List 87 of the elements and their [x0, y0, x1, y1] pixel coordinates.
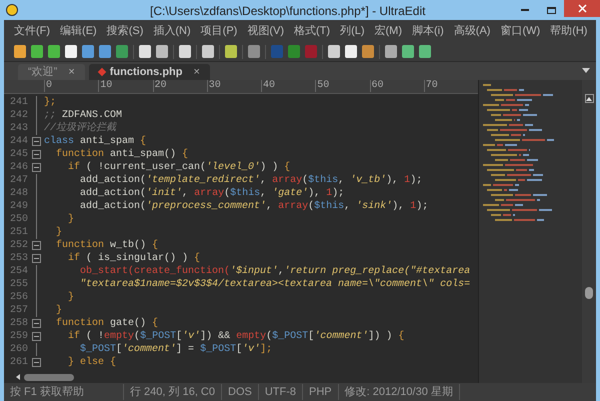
- code-line: function w_tb() {: [55, 238, 158, 252]
- line-number: 260: [8, 343, 28, 357]
- code-line: function anti_spam() {: [55, 148, 188, 162]
- code-line: }: [67, 212, 74, 227]
- app-logo-icon: [6, 4, 18, 16]
- status-text: DOS: [222, 384, 259, 400]
- line-number: 261: [8, 356, 28, 370]
- code-line: }: [67, 290, 74, 305]
- status-text: 行 240, 列 16, C0: [124, 384, 222, 400]
- menu-item[interactable]: 插入(N): [153, 22, 191, 40]
- code-line: }: [55, 226, 62, 240]
- line-number: 242: [8, 109, 28, 123]
- tab-close-button[interactable]: ×: [68, 64, 75, 80]
- code-line: ;; ZDFANS.COM: [44, 109, 122, 122]
- fold-toggle-icon[interactable]: [32, 150, 40, 159]
- line-number: 255: [8, 278, 28, 292]
- fold-toggle-icon[interactable]: [32, 254, 40, 263]
- ruler-number: 60: [370, 80, 424, 92]
- ruler-number: 40: [261, 80, 316, 92]
- close-icon[interactable]: [564, 0, 600, 17]
- editor-tab[interactable]: “欢迎” ×: [18, 64, 85, 80]
- ruler-number: 50: [315, 80, 370, 92]
- line-number: 248: [8, 187, 28, 201]
- menu-item[interactable]: 搜索(S): [106, 22, 144, 40]
- menu-item[interactable]: 格式(T): [294, 22, 330, 40]
- code-line: function gate() {: [55, 316, 158, 330]
- tab-list-caret-icon[interactable]: [582, 68, 590, 73]
- code-line: ob_start(create_function('$input','return preg_replace("#textarea: [79, 264, 470, 278]
- fold-toggle-icon[interactable]: [32, 319, 40, 328]
- menu-item[interactable]: 脚本(i): [412, 22, 444, 40]
- code-line: add_action('template_redirect', array($this, 'v_tb'), 1);: [79, 174, 422, 188]
- line-number: 245: [8, 148, 28, 162]
- ruler-number: 30: [206, 80, 261, 92]
- status-text: UTF-8: [258, 384, 304, 400]
- horizontal-scrollbar-thumb[interactable]: [24, 374, 74, 380]
- fold-toggle-icon[interactable]: [32, 332, 40, 341]
- line-number: 241: [8, 96, 28, 110]
- menu-item[interactable]: 宏(M): [374, 22, 402, 40]
- status-text: 修改: 2012/10/30 星期: [338, 384, 460, 400]
- code-line: };: [44, 96, 56, 110]
- scroll-up-icon[interactable]: [584, 94, 594, 103]
- status-text: 按 F1 获取帮助: [4, 384, 124, 400]
- line-number: 253: [8, 252, 28, 266]
- code-line: $_POST['comment'] = $_POST['v'];: [79, 342, 272, 356]
- code-line: if ( !empty($_POST['v']) && empty($_POST['comment']) ) {: [67, 330, 404, 344]
- menu-item[interactable]: 文件(F): [14, 22, 50, 40]
- code-line: class anti_spam {: [44, 134, 146, 148]
- status-text: PHP: [303, 384, 339, 400]
- menu-item[interactable]: 帮助(H): [550, 22, 588, 40]
- line-number: 258: [8, 317, 28, 331]
- vertical-scrollbar-thumb[interactable]: [585, 287, 593, 299]
- tab-close-button[interactable]: ×: [193, 64, 200, 80]
- code-line: if ( !current_user_can('level_0') ) {: [67, 160, 290, 174]
- line-number: 256: [8, 291, 28, 305]
- line-number: 249: [8, 200, 28, 214]
- ruler-number: 10: [98, 80, 152, 92]
- ruler-number: 0: [44, 80, 98, 92]
- code-line: add_action('preprocess_comment', array($this, 'sink'), 1);: [79, 200, 428, 214]
- line-number: 243: [8, 122, 28, 136]
- code-line: }: [55, 304, 62, 318]
- code-line: //垃圾评论拦截: [44, 121, 116, 136]
- window-title: [C:\Users\zdfans\Desktop\functions.php*] - UltraEdit: [150, 3, 426, 20]
- menu-item[interactable]: 高级(A): [454, 22, 490, 40]
- line-number: 252: [8, 239, 28, 253]
- code-line: } else {: [67, 356, 116, 370]
- line-number: 247: [8, 174, 28, 188]
- fold-toggle-icon[interactable]: [32, 241, 40, 250]
- code-line: if ( is_singular() ) {: [67, 252, 200, 266]
- ruler-number: 20: [152, 80, 207, 92]
- line-number: 250: [8, 213, 28, 227]
- line-number: 254: [8, 265, 28, 279]
- menu-item[interactable]: 窗口(W): [500, 22, 540, 40]
- line-number: 244: [8, 135, 28, 149]
- fold-toggle-icon[interactable]: [32, 358, 40, 367]
- menu-item[interactable]: 项目(P): [200, 22, 238, 40]
- editor-tab[interactable]: functions.php ×: [88, 64, 210, 80]
- menu-item[interactable]: 编辑(E): [60, 22, 97, 40]
- code-line: add_action('init', array($this, 'gate'), 1);: [79, 186, 344, 200]
- line-number: 257: [8, 304, 28, 318]
- fold-toggle-icon[interactable]: [32, 137, 40, 146]
- code-line: "textarea$1name=$2v$3$4/textarea><textarea name=\"comment\" cols=: [79, 278, 470, 292]
- line-number: 246: [8, 161, 28, 175]
- menu-item[interactable]: 视图(V): [247, 22, 284, 40]
- line-number: 251: [8, 226, 28, 240]
- line-number: 259: [8, 330, 28, 344]
- fold-toggle-icon[interactable]: [32, 163, 40, 172]
- menu-item[interactable]: 列(L): [340, 22, 365, 40]
